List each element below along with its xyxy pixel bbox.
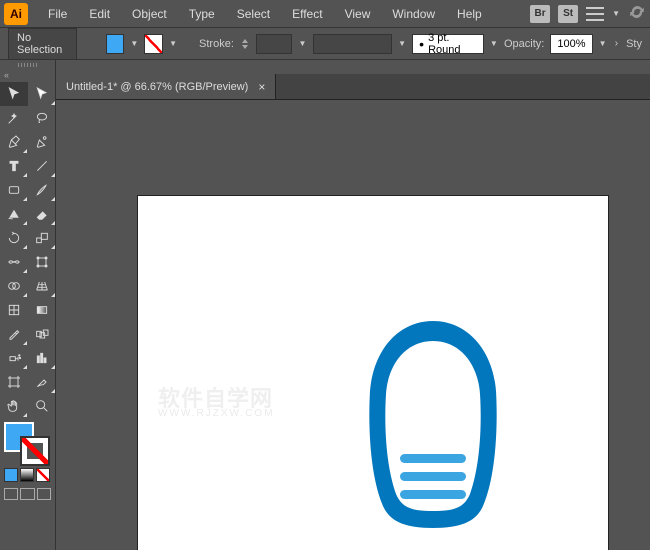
free-transform-tool[interactable] — [28, 250, 56, 274]
direct-selection-tool[interactable] — [28, 82, 56, 106]
stroke-label: Stroke: — [199, 38, 234, 50]
opacity-field[interactable]: 100% — [550, 34, 592, 54]
arrange-documents-icon[interactable] — [586, 7, 604, 21]
draw-inside-icon[interactable] — [37, 488, 51, 500]
stroke-dropdown-icon[interactable]: ▼ — [169, 34, 177, 54]
stock-badge[interactable]: St — [558, 5, 578, 23]
column-graph-tool[interactable] — [28, 346, 56, 370]
bridge-badge[interactable]: Br — [530, 5, 550, 23]
shape-builder-tool[interactable] — [0, 274, 28, 298]
stroke-weight-dropdown-icon[interactable]: ▼ — [298, 34, 306, 54]
options-more-icon[interactable]: › — [613, 38, 620, 49]
menu-file[interactable]: File — [38, 3, 77, 25]
menu-bar: Ai File Edit Object Type Select Effect V… — [0, 0, 650, 28]
scale-tool[interactable] — [28, 226, 56, 250]
paintbrush-tool[interactable] — [28, 178, 56, 202]
options-bar: No Selection ▼ ▼ Stroke: ▼ ▼ • 3 pt. Rou… — [0, 28, 650, 60]
gradient-tool[interactable] — [28, 298, 56, 322]
eraser-tool[interactable] — [28, 202, 56, 226]
slice-tool[interactable] — [28, 370, 56, 394]
stroke-color-swatch[interactable] — [20, 436, 50, 466]
eyedropper-tool[interactable] — [0, 322, 28, 346]
pen-tool[interactable] — [0, 130, 28, 154]
document-tab-title: Untitled-1* @ 66.67% (RGB/Preview) — [66, 81, 248, 93]
menu-window[interactable]: Window — [382, 3, 445, 25]
brush-label: 3 pt. Round — [428, 32, 477, 56]
rotate-tool[interactable] — [0, 226, 28, 250]
canvas-viewport[interactable]: 软件自学网 WWW.RJZXW.COM — [56, 100, 650, 550]
stroke-weight-field[interactable] — [256, 34, 293, 54]
stroke-swatch[interactable] — [144, 34, 162, 54]
menu-edit[interactable]: Edit — [79, 3, 120, 25]
menu-effect[interactable]: Effect — [282, 3, 332, 25]
rectangle-tool[interactable] — [0, 178, 28, 202]
close-tab-icon[interactable]: × — [258, 80, 265, 94]
fill-swatch[interactable] — [106, 34, 124, 54]
app-icon: Ai — [4, 3, 28, 25]
draw-normal-icon[interactable] — [4, 488, 18, 500]
artboard[interactable]: 软件自学网 WWW.RJZXW.COM — [138, 196, 608, 550]
selection-indicator: No Selection — [8, 28, 77, 60]
perspective-grid-tool[interactable] — [28, 274, 56, 298]
shaper-tool[interactable] — [0, 202, 28, 226]
selection-tool[interactable] — [0, 82, 28, 106]
menu-select[interactable]: Select — [227, 3, 280, 25]
mesh-tool[interactable] — [0, 298, 28, 322]
variable-width-profile[interactable] — [313, 34, 392, 54]
menu-type[interactable]: Type — [179, 3, 225, 25]
color-mode-none[interactable] — [36, 468, 50, 482]
document-tabs: Untitled-1* @ 66.67% (RGB/Preview) × — [56, 74, 650, 100]
magic-wand-tool[interactable] — [0, 106, 28, 130]
menu-object[interactable]: Object — [122, 3, 177, 25]
line-segment-tool[interactable] — [28, 154, 56, 178]
tools-panel: « — [0, 60, 56, 550]
type-tool[interactable] — [0, 154, 28, 178]
menu-help[interactable]: Help — [447, 3, 492, 25]
watermark-subtext: WWW.RJZXW.COM — [158, 408, 275, 419]
fill-dropdown-icon[interactable]: ▼ — [130, 34, 138, 54]
symbol-sprayer-tool[interactable] — [0, 346, 28, 370]
panel-collapse-icon[interactable]: « — [0, 70, 55, 82]
document-area: Untitled-1* @ 66.67% (RGB/Preview) × 软件自… — [56, 60, 650, 550]
blend-tool[interactable] — [28, 322, 56, 346]
opacity-dropdown-icon[interactable]: ▼ — [599, 34, 607, 54]
fill-stroke-control[interactable] — [0, 418, 55, 466]
vw-dropdown-icon[interactable]: ▼ — [398, 34, 406, 54]
draw-behind-icon[interactable] — [20, 488, 34, 500]
panel-grabber[interactable] — [0, 60, 55, 70]
sync-settings-icon[interactable] — [628, 3, 646, 24]
document-tab[interactable]: Untitled-1* @ 66.67% (RGB/Preview) × — [56, 74, 276, 99]
lasso-tool[interactable] — [28, 106, 56, 130]
color-mode-solid[interactable] — [4, 468, 18, 482]
artwork-shape[interactable] — [348, 316, 518, 536]
color-mode-row — [0, 466, 55, 484]
stroke-weight-stepper[interactable] — [240, 34, 250, 54]
screen-mode-row — [0, 484, 55, 504]
brush-definition[interactable]: • 3 pt. Round — [412, 34, 484, 54]
color-mode-gradient[interactable] — [20, 468, 34, 482]
hand-tool[interactable] — [0, 394, 28, 418]
artboard-tool[interactable] — [0, 370, 28, 394]
main-area: « — [0, 60, 650, 550]
menu-view[interactable]: View — [335, 3, 381, 25]
chevron-down-icon[interactable]: ▼ — [612, 9, 620, 18]
brush-dropdown-icon[interactable]: ▼ — [490, 34, 498, 54]
opacity-label: Opacity: — [504, 38, 544, 50]
zoom-tool[interactable] — [28, 394, 56, 418]
curvature-tool[interactable] — [28, 130, 56, 154]
width-tool[interactable] — [0, 250, 28, 274]
style-label: Sty — [626, 38, 642, 50]
